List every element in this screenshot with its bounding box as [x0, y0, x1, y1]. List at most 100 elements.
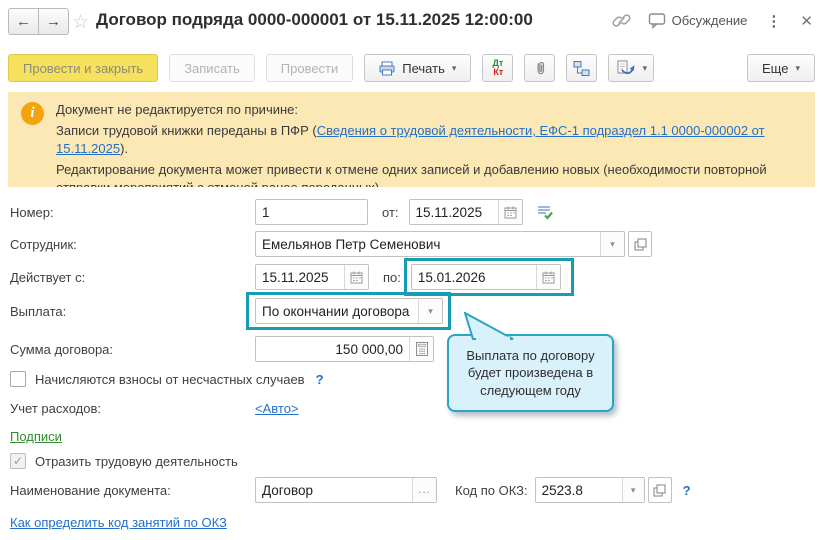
- employee-open-button[interactable]: [628, 231, 652, 257]
- more-menu-icon[interactable]: ⋮: [764, 12, 783, 30]
- amount-label: Сумма договора:: [10, 341, 114, 357]
- valid-to-input[interactable]: [411, 265, 536, 289]
- caret-down-icon: ▾: [428, 305, 433, 316]
- labor-checkbox-label: Отразить трудовую деятельность: [35, 453, 238, 469]
- caret-down-icon: ▾: [610, 238, 615, 249]
- forward-button[interactable]: →: [38, 8, 69, 35]
- amount-input[interactable]: [256, 337, 409, 361]
- caret-down-icon: ▾: [642, 62, 648, 73]
- valid-from-input[interactable]: [256, 265, 344, 289]
- post-and-close-button[interactable]: Провести и закрыть: [8, 54, 159, 82]
- valid-from-label: Действует с:: [10, 269, 86, 285]
- okz-label: Код по ОКЗ:: [455, 482, 528, 498]
- employee-label: Сотрудник:: [10, 236, 77, 252]
- calculator-icon[interactable]: [409, 337, 433, 361]
- more-label: Еще: [762, 60, 789, 76]
- structure-icon: [573, 60, 590, 77]
- okz-help-question-link[interactable]: ?: [683, 483, 691, 498]
- doc-name-choose-button[interactable]: ...: [412, 478, 436, 502]
- get-link-icon[interactable]: [612, 11, 631, 30]
- back-button[interactable]: ←: [8, 8, 39, 35]
- check-icon: ✓: [12, 454, 24, 468]
- discussion-label: Обсуждение: [671, 13, 748, 28]
- expense-label: Учет расходов:: [10, 400, 101, 416]
- set-date-check-icon[interactable]: [536, 204, 554, 220]
- document-structure-button[interactable]: [566, 54, 598, 82]
- doc-name-label: Наименование документа:: [10, 482, 171, 498]
- labor-checkbox[interactable]: ✓: [10, 453, 26, 469]
- annotation-callout: Выплата по договору будет произведена в …: [447, 312, 614, 412]
- payment-select[interactable]: [256, 299, 418, 323]
- valid-to-label: по:: [383, 269, 401, 285]
- toolbar: Провести и закрыть Записать Провести Печ…: [8, 54, 815, 82]
- okz-help-row: Как определить код занятий по ОКЗ: [10, 509, 227, 535]
- number-label: Номер:: [10, 204, 54, 220]
- calendar-icon[interactable]: [497, 200, 522, 224]
- printer-icon: [379, 61, 395, 76]
- doc-name-input[interactable]: [256, 478, 412, 502]
- not-editable-banner: i Документ не редактируется по причине: …: [8, 92, 815, 187]
- discussion-button[interactable]: Обсуждение: [648, 12, 748, 29]
- create-based-on-button[interactable]: ▾: [608, 54, 655, 82]
- caret-down-icon: ▾: [795, 62, 800, 73]
- dt-kt-postings-button[interactable]: Дт Кт: [482, 54, 514, 82]
- labor-checkbox-row: ✓ Отразить трудовую деятельность: [10, 448, 238, 474]
- close-icon[interactable]: ✕: [800, 12, 813, 30]
- signatures-row: Подписи: [10, 423, 62, 449]
- ellipsis-icon: ...: [418, 484, 431, 496]
- accident-checkbox[interactable]: [10, 371, 26, 387]
- more-button[interactable]: Еще ▾: [747, 54, 815, 82]
- expense-auto-link[interactable]: <Авто>: [255, 401, 299, 416]
- payment-label: Выплата:: [10, 303, 67, 319]
- okz-dropdown-button[interactable]: ▾: [621, 478, 644, 502]
- callout-tail: [463, 312, 514, 340]
- page-title: Договор подряда 0000-000001 от 15.11.202…: [96, 10, 533, 29]
- okz-open-button[interactable]: [647, 477, 672, 503]
- print-button[interactable]: Печать ▾: [364, 54, 472, 82]
- callout-text: Выплата по договору будет произведена в …: [466, 347, 595, 398]
- amount-row: Сумма договора:: [10, 336, 434, 362]
- caret-down-icon: ▾: [451, 62, 457, 73]
- accident-checkbox-row: Начисляются взносы от несчастных случаев…: [10, 366, 324, 392]
- calendar-icon[interactable]: [344, 265, 368, 289]
- payment-dropdown-button[interactable]: ▾: [418, 299, 442, 323]
- employee-row: Сотрудник: ▾: [10, 231, 652, 257]
- calendar-icon[interactable]: [535, 265, 560, 289]
- signatures-link[interactable]: Подписи: [10, 429, 62, 444]
- okz-help-link[interactable]: Как определить код занятий по ОКЗ: [10, 515, 227, 530]
- back-arrow-icon: ←: [16, 13, 31, 30]
- okz-input[interactable]: [535, 478, 622, 502]
- banner-warning: Редактирование документа может привести …: [56, 161, 767, 187]
- document-date-input[interactable]: [409, 200, 498, 224]
- banner-reason-title: Документ не редактируется по причине:: [56, 102, 299, 117]
- forward-arrow-icon: →: [46, 13, 61, 30]
- validity-row: Действует с: по:: [10, 264, 561, 290]
- nav-buttons: ← →: [8, 8, 69, 35]
- document-window: ← → ☆ Договор подряда 0000-000001 от 15.…: [0, 0, 823, 540]
- doc-name-row: Наименование документа: ... Код по ОКЗ: …: [10, 477, 691, 503]
- create-based-on-icon: [616, 60, 636, 76]
- banner-reason-line: Записи трудовой книжки переданы в ПФР (С…: [56, 122, 801, 158]
- open-form-icon: [653, 484, 666, 496]
- banner-reason-prefix: Записи трудовой книжки переданы в ПФР (: [56, 122, 317, 138]
- number-input[interactable]: [256, 200, 367, 224]
- number-row: Номер: от:: [10, 199, 554, 225]
- speech-bubble-icon: [648, 12, 666, 29]
- caret-down-icon: ▾: [630, 484, 636, 495]
- paperclip-icon: [532, 60, 548, 76]
- accident-checkbox-label: Начисляются взносы от несчастных случаев: [35, 371, 305, 387]
- title-actions: Обсуждение ⋮ ✕: [612, 11, 813, 30]
- open-form-icon: [634, 238, 646, 250]
- write-button[interactable]: Записать: [169, 54, 255, 82]
- banner-reason-suffix: ).: [120, 140, 129, 156]
- print-label: Печать: [402, 60, 445, 76]
- post-button[interactable]: Провести: [265, 54, 354, 82]
- employee-input[interactable]: [256, 232, 600, 256]
- attachments-button[interactable]: [524, 54, 556, 82]
- employee-dropdown-button[interactable]: ▾: [600, 232, 624, 256]
- favorites-star-icon[interactable]: ☆: [72, 11, 89, 34]
- accident-help-link[interactable]: ?: [316, 372, 324, 387]
- dt-kt-icon: Дт Кт: [492, 58, 504, 77]
- date-from-label: от:: [382, 204, 399, 220]
- expense-row: Учет расходов: <Авто>: [10, 395, 299, 421]
